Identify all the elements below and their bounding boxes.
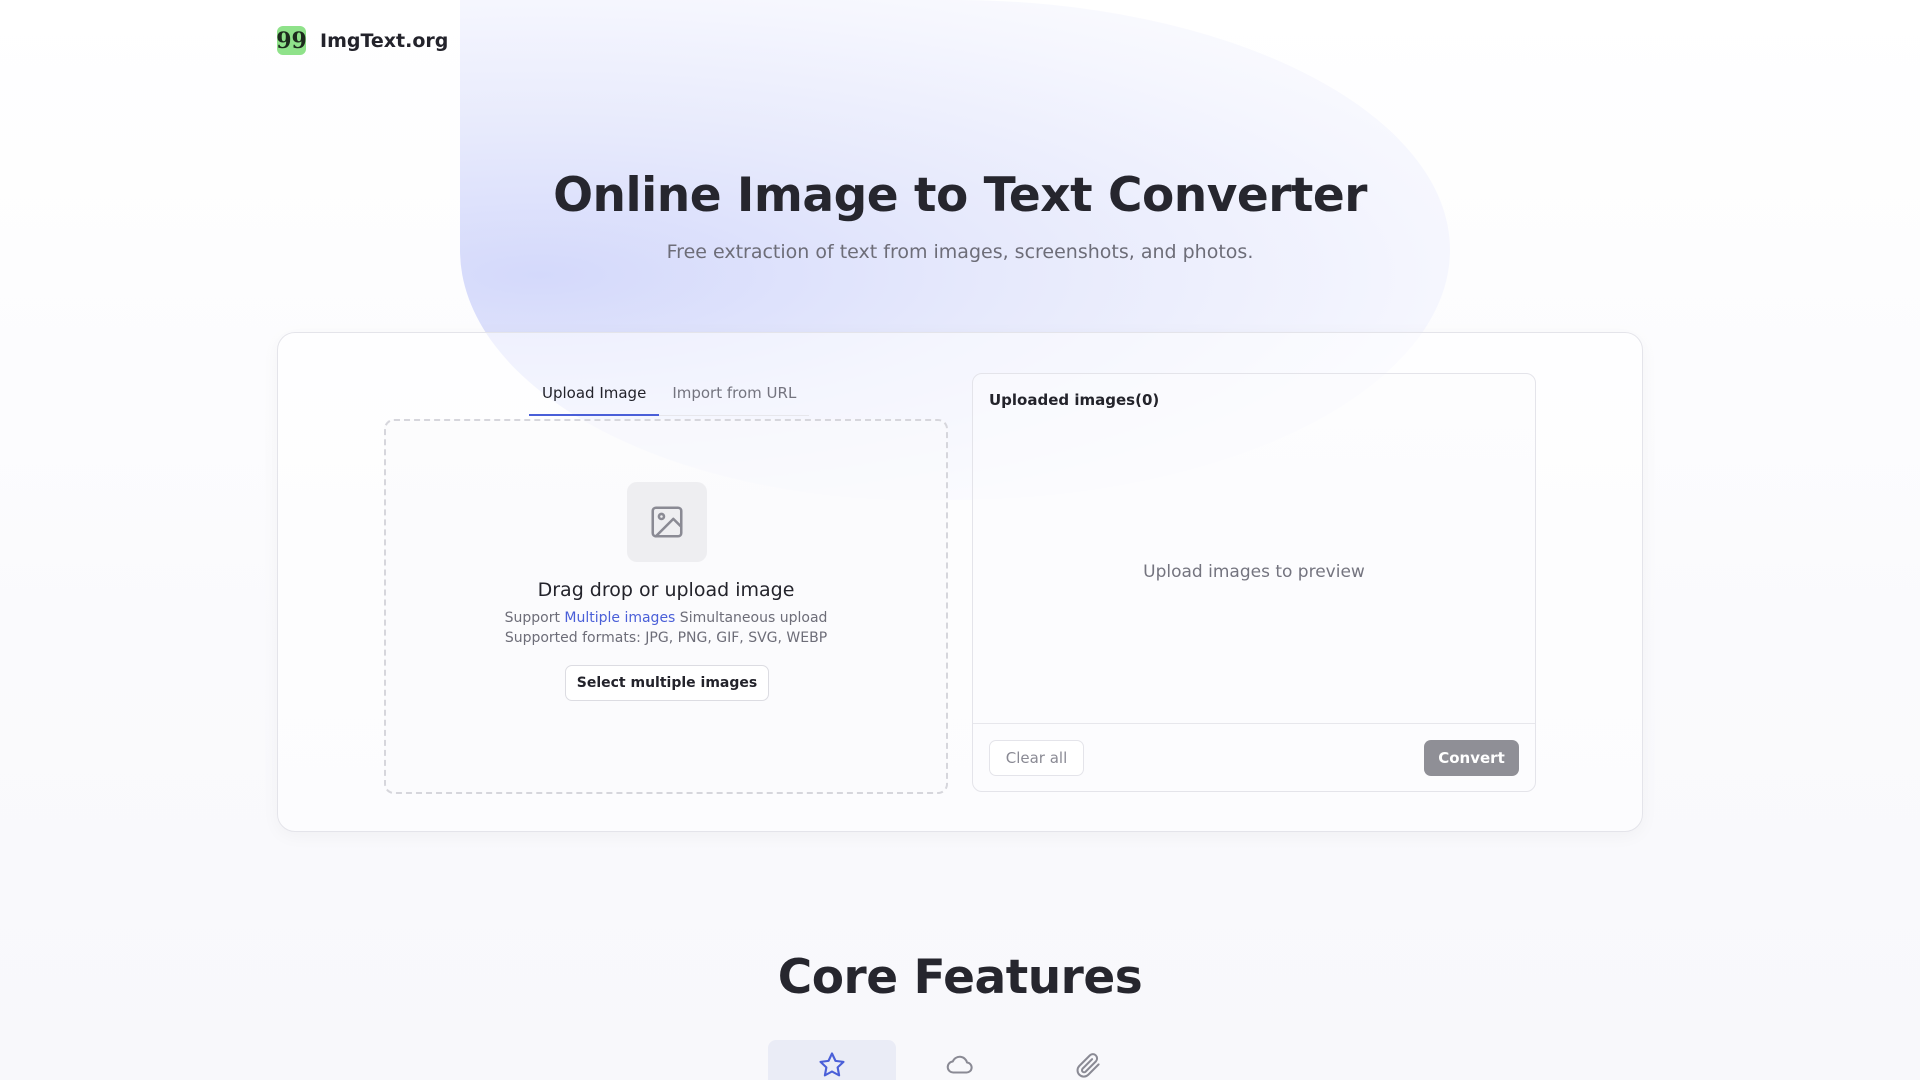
logo-icon[interactable]: 99 [276, 26, 307, 55]
preview-empty-text: Upload images to preview [1143, 562, 1365, 582]
support-highlight: Multiple images [564, 610, 676, 626]
cloud-icon [946, 1055, 973, 1074]
site-name[interactable]: ImgText.org [320, 30, 448, 52]
logo-glyph: 99 [276, 27, 307, 54]
hero: Online Image to Text Converter Free extr… [0, 168, 1920, 263]
support-prefix: Support [504, 610, 565, 626]
site-header: 99 ImgText.org [276, 26, 448, 55]
tab-upload-image[interactable]: Upload Image [529, 376, 660, 416]
clear-all-button[interactable]: Clear all [989, 740, 1084, 776]
core-features: Core Features [0, 950, 1920, 1005]
supported-formats: Supported formats: JPG, PNG, GIF, SVG, W… [504, 630, 828, 646]
feature-tabs [768, 1040, 1152, 1080]
dropzone-support-text: Support Multiple images Simultaneous upl… [386, 610, 946, 626]
paperclip-icon [1076, 1053, 1100, 1078]
star-icon [819, 1052, 845, 1077]
feature-tab-star[interactable] [768, 1040, 896, 1080]
image-icon [627, 482, 707, 562]
upload-tabs: Upload Image Import from URL [529, 376, 810, 416]
support-suffix: Simultaneous upload [675, 610, 828, 626]
dropzone-title: Drag drop or upload image [537, 579, 795, 601]
tab-import-url[interactable]: Import from URL [659, 376, 809, 415]
feature-tab-cloud[interactable] [896, 1040, 1024, 1080]
upload-dropzone[interactable]: Drag drop or upload image Support Multip… [384, 419, 948, 794]
preview-divider [973, 723, 1535, 724]
features-title: Core Features [777, 950, 1143, 1005]
page-title: Online Image to Text Converter [553, 168, 1367, 223]
preview-panel: Uploaded images(0) Upload images to prev… [972, 373, 1536, 792]
page-subtitle: Free extraction of text from images, scr… [666, 241, 1254, 263]
uploaded-images-title: Uploaded images(0) [989, 391, 1160, 409]
feature-tab-attachment[interactable] [1024, 1040, 1152, 1080]
convert-button[interactable]: Convert [1424, 740, 1519, 776]
select-images-button[interactable]: Select multiple images [565, 665, 769, 701]
